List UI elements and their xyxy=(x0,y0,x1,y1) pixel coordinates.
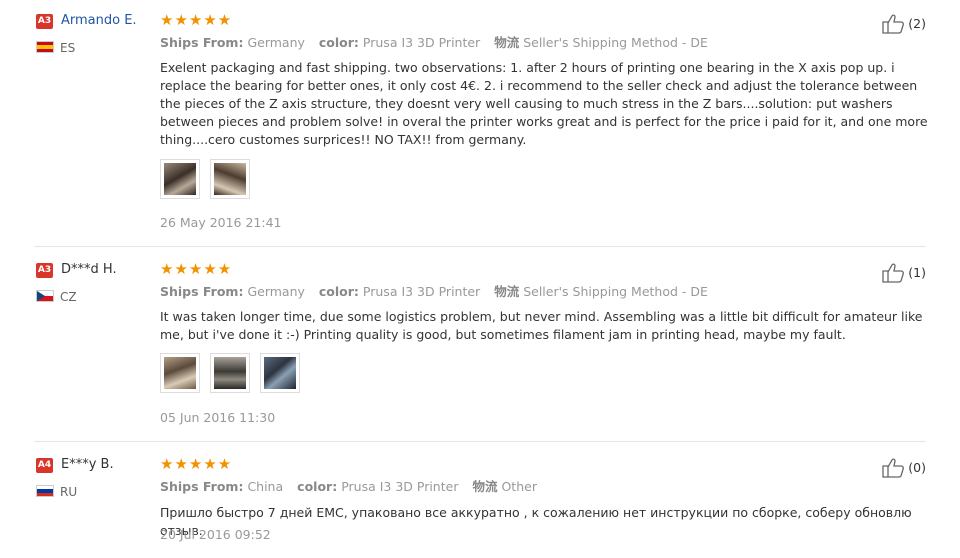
ships-from-value: Germany xyxy=(247,284,305,299)
color-label: color: xyxy=(297,479,338,494)
flag-cz-icon xyxy=(36,290,54,302)
review-divider xyxy=(34,441,926,442)
review-photos xyxy=(160,353,305,395)
star-rating: ★★★★★ xyxy=(160,11,233,29)
reviewer-name[interactable]: D***d H. xyxy=(61,262,117,278)
review-photos xyxy=(160,159,255,201)
order-info: Ships From: Germany color: Prusa I3 3D Pr… xyxy=(160,35,708,51)
ships-from-label: Ships From: xyxy=(160,479,244,494)
star-rating: ★★★★★ xyxy=(160,455,233,473)
helpful-button[interactable]: (2) xyxy=(882,14,926,34)
star-rating: ★★★★★ xyxy=(160,260,233,278)
reviewer-country: CZ xyxy=(60,290,77,304)
reviewer-name[interactable]: E***y B. xyxy=(61,457,114,473)
thumbs-up-icon xyxy=(882,458,905,478)
review-date: 20 Jul 2016 09:52 xyxy=(160,527,271,542)
thumbs-up-icon xyxy=(882,14,905,34)
ships-from-value: Germany xyxy=(247,35,305,50)
flag-es-icon xyxy=(36,41,54,53)
review-photo[interactable] xyxy=(210,353,251,393)
helpful-count: (0) xyxy=(908,460,926,475)
review-item: A3 Armando E. ES ★★★★★ Ships From: Germa… xyxy=(34,0,928,240)
ships-from-label: Ships From: xyxy=(160,284,244,299)
color-value: Prusa I3 3D Printer xyxy=(341,479,459,494)
review-text: Пришло быстро 7 дней ЕМС, упаковано все … xyxy=(160,505,912,538)
logistics-label: 物流 xyxy=(472,479,498,494)
color-value: Prusa I3 3D Printer xyxy=(362,35,481,50)
logistics-label: 物流 xyxy=(494,35,520,50)
review-photo[interactable] xyxy=(160,159,200,199)
helpful-count: (2) xyxy=(908,16,926,31)
review-photo[interactable] xyxy=(210,159,251,199)
color-label: color: xyxy=(318,284,359,299)
color-label: color: xyxy=(318,35,359,50)
review-date: 05 Jun 2016 11:30 xyxy=(160,410,276,425)
review-item: A3 D***d H. CZ ★★★★★ Ships From: Germany… xyxy=(34,249,926,439)
logistics-value: Other xyxy=(501,479,537,494)
logistics-value: Seller's Shipping Method - DE xyxy=(523,35,708,50)
buyer-level-badge: A3 xyxy=(36,263,53,278)
review-photo[interactable] xyxy=(260,353,301,393)
logistics-label: 物流 xyxy=(494,284,520,299)
reviewer-country: ES xyxy=(60,41,76,55)
review-divider xyxy=(34,246,926,247)
helpful-button[interactable]: (0) xyxy=(882,458,926,478)
buyer-level-badge: A4 xyxy=(36,458,53,473)
review-text: It was taken longer time, due some logis… xyxy=(160,309,923,342)
flag-ru-icon xyxy=(36,485,54,497)
ships-from-value: China xyxy=(247,479,284,494)
buyer-level-badge: A3 xyxy=(36,14,53,29)
helpful-count: (1) xyxy=(908,265,926,280)
review-photo[interactable] xyxy=(160,353,200,393)
review-date: 26 May 2016 21:41 xyxy=(160,215,282,230)
order-info: Ships From: Germany color: Prusa I3 3D Pr… xyxy=(160,284,708,300)
review-text: Exelent packaging and fast shipping. two… xyxy=(160,60,928,147)
reviewer-name[interactable]: Armando E. xyxy=(61,13,137,29)
reviewer-country: RU xyxy=(60,485,78,499)
thumbs-up-icon xyxy=(882,263,905,283)
ships-from-label: Ships From: xyxy=(160,35,244,50)
color-value: Prusa I3 3D Printer xyxy=(362,284,481,299)
logistics-value: Seller's Shipping Method - DE xyxy=(523,284,708,299)
review-item: A4 E***y B. RU ★★★★★ Ships From: China co… xyxy=(34,444,926,558)
helpful-button[interactable]: (1) xyxy=(882,263,926,283)
order-info: Ships From: China color: Prusa I3 3D Prin… xyxy=(160,479,537,495)
